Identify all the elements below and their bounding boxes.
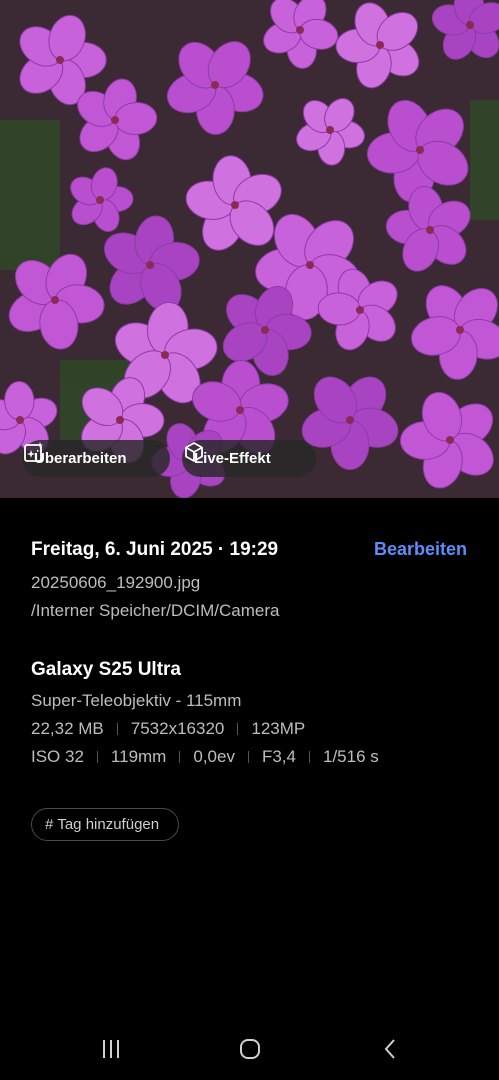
focal-length: 119mm bbox=[110, 747, 167, 766]
shutter-speed: 1/516 s bbox=[322, 747, 379, 766]
file-meta-row: 22,32 MB 7532x16320 123MP bbox=[31, 719, 305, 739]
iso-value: ISO 32 bbox=[31, 747, 84, 766]
cube-icon bbox=[185, 442, 203, 462]
home-button[interactable] bbox=[235, 1036, 265, 1062]
flower-photo bbox=[0, 0, 499, 498]
divider bbox=[308, 751, 310, 763]
megapixels: 123MP bbox=[251, 719, 306, 738]
file-name: 20250606_192900.jpg bbox=[31, 573, 201, 592]
back-button[interactable] bbox=[375, 1036, 405, 1062]
sparkle-edit-icon bbox=[24, 442, 43, 462]
back-icon bbox=[384, 1039, 395, 1059]
device-name: Galaxy S25 Ultra bbox=[31, 659, 181, 680]
hash-icon: # bbox=[45, 816, 54, 833]
divider bbox=[247, 751, 249, 763]
capture-datetime: Freitag, 6. Juni 2025 · 19:29 bbox=[31, 539, 279, 560]
divider bbox=[116, 723, 118, 735]
lens-info: Super-Teleobjektiv - 115mm bbox=[31, 691, 242, 710]
add-tag-button[interactable]: # Tag hinzufügen bbox=[31, 808, 179, 841]
live-effect-button[interactable]: Live-Effekt bbox=[182, 440, 316, 477]
divider bbox=[237, 723, 239, 735]
divider bbox=[179, 751, 181, 763]
enhance-button[interactable]: Überarbeiten bbox=[22, 440, 170, 477]
add-tag-label: Tag hinzufügen bbox=[57, 816, 160, 833]
recent-apps-button[interactable] bbox=[96, 1036, 126, 1062]
date-row: Freitag, 6. Juni 2025 · 19:29 Bearbeiten bbox=[31, 539, 471, 561]
exposure-value: 0,0ev bbox=[193, 747, 235, 766]
divider bbox=[96, 751, 98, 763]
enhance-label: Überarbeiten bbox=[34, 450, 127, 467]
system-navigation-bar bbox=[0, 1020, 499, 1080]
file-path: /Interner Speicher/DCIM/Camera bbox=[31, 601, 280, 620]
resolution: 7532x16320 bbox=[130, 719, 225, 738]
aperture: F3,4 bbox=[261, 747, 296, 766]
recent-apps-icon bbox=[103, 1040, 119, 1058]
photo-preview[interactable]: Überarbeiten Live-Effekt bbox=[0, 0, 499, 498]
exposure-meta-row: ISO 32 119mm 0,0ev F3,4 1/516 s bbox=[31, 747, 379, 767]
home-icon bbox=[240, 1039, 260, 1059]
edit-details-link[interactable]: Bearbeiten bbox=[374, 539, 467, 560]
file-size: 22,32 MB bbox=[31, 719, 104, 738]
